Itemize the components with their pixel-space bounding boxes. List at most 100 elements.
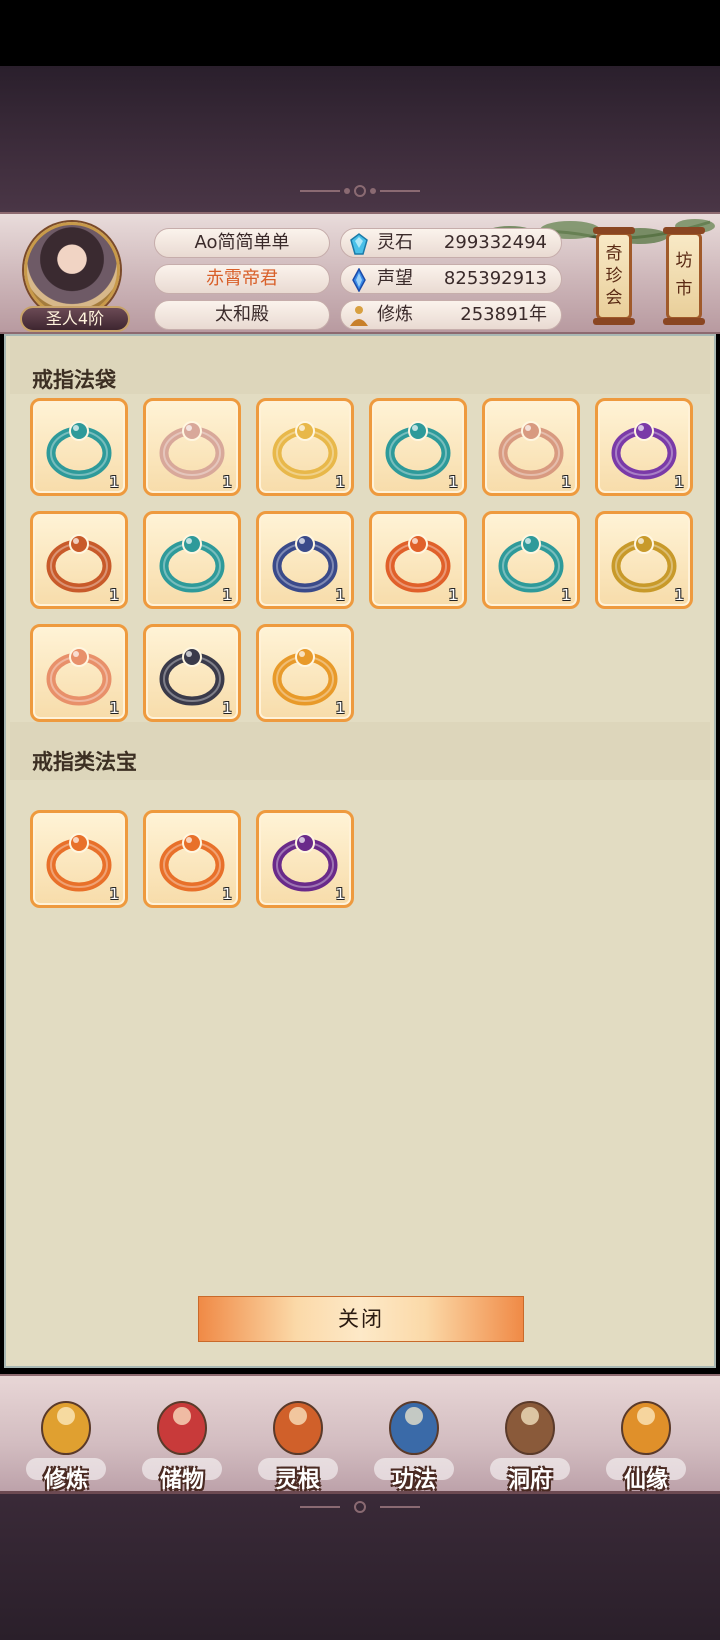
spirit-stone-resource: 灵石 299332494	[340, 228, 562, 258]
player-name: Ao简简单单	[154, 228, 330, 258]
teal-gem-ring-icon	[46, 421, 112, 480]
cultivation-resource: 修炼 253891年	[340, 300, 562, 330]
item-count: 1	[109, 885, 119, 903]
item-count: 1	[335, 586, 345, 604]
nav-item-4[interactable]: 功法	[364, 1380, 464, 1493]
item-count: 1	[335, 699, 345, 717]
item-slot[interactable]: 1	[143, 511, 241, 609]
item-count: 1	[222, 586, 232, 604]
violet-pearl-ring-icon	[159, 647, 225, 706]
treasure-auction-button[interactable]: 奇珍会	[593, 227, 635, 325]
rank-badge: 圣人4阶	[20, 306, 130, 332]
cultivation-label: 修炼	[377, 304, 413, 325]
item-slot[interactable]: 1	[143, 398, 241, 496]
item-slot[interactable]: 1	[595, 511, 693, 609]
item-count: 1	[448, 586, 458, 604]
teal-pearl-ring-icon	[498, 534, 564, 593]
rose-silver-ring-icon	[159, 421, 225, 480]
market-label: 坊市	[675, 251, 693, 299]
item-count: 1	[561, 473, 571, 491]
meditation-figure-icon	[41, 1401, 91, 1455]
inventory-panel: 戒指法袋 1 1 1 1 1 1 1 1 1 1 1 1 1 1 1 戒指类法宝 1 1 1 关闭	[4, 334, 716, 1368]
item-slot[interactable]: 1	[30, 810, 128, 908]
item-count: 1	[222, 885, 232, 903]
item-slot[interactable]: 1	[30, 511, 128, 609]
top-background	[0, 66, 720, 212]
immortal-fate-icon	[621, 1401, 671, 1455]
item-slot[interactable]: 1	[143, 624, 241, 722]
item-slot[interactable]: 1	[30, 624, 128, 722]
item-slot[interactable]: 1	[369, 511, 467, 609]
player-sect: 太和殿	[154, 300, 330, 330]
market-button[interactable]: 坊市	[663, 227, 705, 325]
ornament-icon	[300, 185, 420, 197]
section-title-ring-bags: 戒指法袋	[32, 368, 116, 392]
prestige-resource: 声望 825392913	[340, 264, 562, 294]
prestige-crystal-icon	[352, 268, 366, 292]
nav-item-1[interactable]: 修炼	[16, 1380, 116, 1493]
nav-label: 洞府	[507, 1468, 552, 1493]
item-slot[interactable]: 1	[256, 624, 354, 722]
item-slot[interactable]: 1	[30, 398, 128, 496]
technique-book-icon	[389, 1401, 439, 1455]
bottom-nav-bar: 修炼 储物 灵根 功法 洞府 仙缘	[0, 1374, 720, 1494]
avatar[interactable]	[24, 222, 120, 318]
prestige-value: 825392913	[443, 268, 547, 289]
ornament-icon	[300, 1501, 420, 1513]
close-button[interactable]: 关闭	[198, 1296, 524, 1342]
copper-ring-icon	[498, 421, 564, 480]
orange-treasure-ring-icon	[159, 833, 225, 892]
item-slot[interactable]: 1	[482, 398, 580, 496]
dark-purple-dragon-ring-icon	[272, 833, 338, 892]
item-count: 1	[222, 699, 232, 717]
nav-item-3[interactable]: 灵根	[248, 1380, 348, 1493]
nav-label: 仙缘	[623, 1468, 668, 1493]
pink-dragon-ring-icon	[46, 647, 112, 706]
item-count: 1	[674, 473, 684, 491]
section-title-ring-treasures: 戒指类法宝	[32, 750, 137, 774]
player-header: 圣人4阶 Ao简简单单 赤霄帝君 太和殿 灵石 299332494 声望 825…	[0, 212, 720, 334]
nav-item-5[interactable]: 洞府	[480, 1380, 580, 1493]
spirit-stone-value: 299332494	[443, 232, 547, 253]
item-slot[interactable]: 1	[256, 511, 354, 609]
item-count: 1	[335, 885, 345, 903]
fire-serpent-ring-icon	[385, 534, 451, 593]
nav-label: 功法	[391, 1468, 436, 1493]
item-count: 1	[561, 586, 571, 604]
nav-label: 储物	[159, 1468, 204, 1493]
nav-item-6[interactable]: 仙缘	[596, 1380, 696, 1493]
player-title: 赤霄帝君	[154, 264, 330, 294]
nav-label: 修炼	[43, 1468, 88, 1493]
item-slot[interactable]: 1	[369, 398, 467, 496]
cultivation-value: 253891年	[460, 304, 547, 325]
item-count: 1	[335, 473, 345, 491]
item-count: 1	[109, 473, 119, 491]
treasure-auction-label: 奇珍会	[605, 244, 623, 308]
spirit-stone-label: 灵石	[377, 232, 413, 253]
bottom-background	[0, 1494, 720, 1640]
nav-item-2[interactable]: 储物	[132, 1380, 232, 1493]
teal-pearl-ring-icon	[385, 421, 451, 480]
item-slot[interactable]: 1	[256, 398, 354, 496]
prestige-label: 声望	[377, 268, 413, 289]
item-slot[interactable]: 1	[143, 810, 241, 908]
nav-label: 灵根	[275, 1468, 320, 1493]
item-count: 1	[109, 699, 119, 717]
red-dragon-ring-icon	[46, 534, 112, 593]
cave-mansion-icon	[505, 1401, 555, 1455]
purple-dragon-ring-icon	[611, 421, 677, 480]
item-slot[interactable]: 1	[256, 810, 354, 908]
teal-pearl-ring-icon	[159, 534, 225, 593]
item-count: 1	[222, 473, 232, 491]
item-slot[interactable]: 1	[595, 398, 693, 496]
jade-gold-ring-icon	[272, 647, 338, 706]
item-slot[interactable]: 1	[482, 511, 580, 609]
storage-bag-icon	[157, 1401, 207, 1455]
item-count: 1	[109, 586, 119, 604]
meditation-icon	[350, 306, 368, 326]
avatar-frame[interactable]: 圣人4阶	[20, 220, 130, 332]
item-count: 1	[674, 586, 684, 604]
golden-dragon-ring-icon	[611, 534, 677, 593]
blue-spirit-ring-icon	[272, 534, 338, 593]
spirit-stone-icon	[350, 233, 368, 255]
